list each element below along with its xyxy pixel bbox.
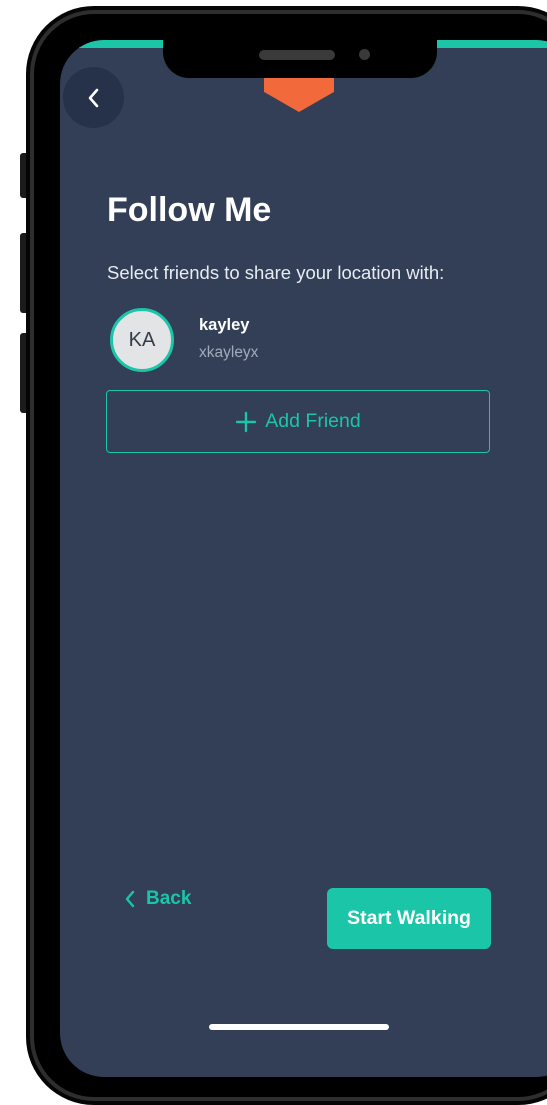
back-button[interactable]: Back	[124, 888, 191, 910]
add-friend-label: Add Friend	[265, 410, 361, 432]
front-camera	[359, 49, 370, 60]
friend-name: kayley	[199, 316, 250, 334]
start-walking-button[interactable]: Start Walking	[327, 888, 491, 949]
chevron-left-icon	[125, 890, 135, 908]
page-title: Follow Me	[107, 191, 272, 229]
device-mockup: Follow Me Select friends to share your l…	[0, 0, 547, 1105]
home-indicator[interactable]	[209, 1024, 389, 1030]
start-walking-label: Start Walking	[347, 907, 471, 929]
friend-username: xkayleyx	[199, 344, 259, 361]
speaker-grille	[259, 50, 335, 60]
top-back-button[interactable]	[63, 67, 124, 128]
back-label: Back	[146, 888, 192, 909]
avatar: KA	[110, 308, 174, 372]
friend-list-item[interactable]: KA kayley xkayleyx	[110, 308, 470, 372]
instruction-text: Select friends to share your location wi…	[107, 262, 445, 283]
device-notch	[163, 40, 437, 78]
plus-icon	[236, 411, 257, 432]
chevron-left-icon	[88, 88, 98, 107]
avatar-initials: KA	[128, 328, 156, 351]
app-screen: Follow Me Select friends to share your l…	[60, 40, 547, 1077]
add-friend-button[interactable]: Add Friend	[106, 390, 490, 453]
